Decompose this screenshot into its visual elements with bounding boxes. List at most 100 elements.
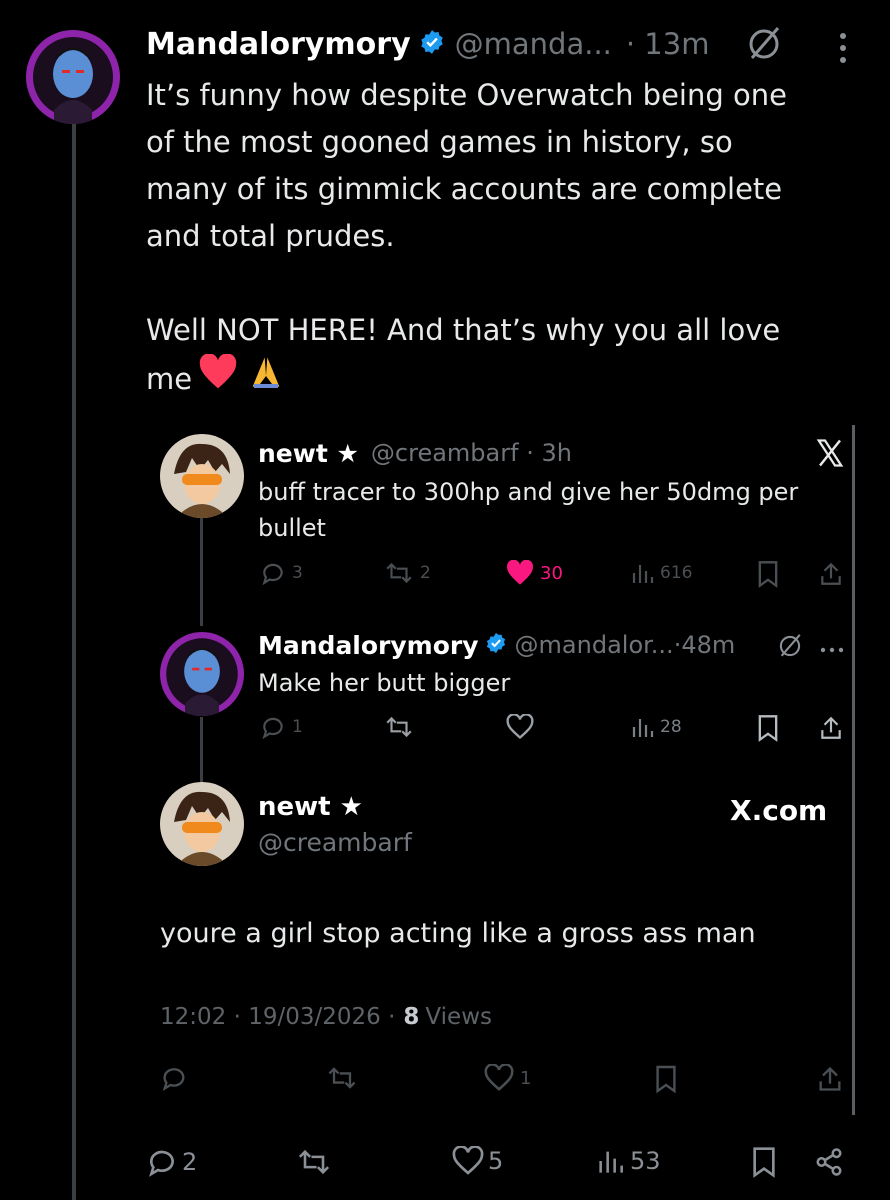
bookmark-icon: [758, 715, 778, 742]
display-name[interactable]: Mandalorymory: [146, 27, 411, 62]
bookmark-button[interactable]: [654, 1064, 678, 1094]
reply-count: 1: [292, 717, 303, 737]
views-button[interactable]: 28: [630, 714, 682, 740]
post-timestamp[interactable]: 12:02 · 19/03/2026 ·: [160, 1004, 395, 1030]
reply-post-header: Mandalorymory @mandalor...·48m: [258, 628, 735, 662]
avatar-mandalorymory[interactable]: [160, 632, 244, 716]
scrollbar[interactable]: [852, 425, 855, 1115]
repost-button[interactable]: [326, 1064, 358, 1092]
display-name[interactable]: newt ★: [258, 439, 359, 468]
thread-line-quote: [200, 508, 203, 626]
body-line: of the most gooned games in history, so: [146, 125, 733, 159]
grok-icon[interactable]: [776, 632, 804, 664]
reply-button[interactable]: 1: [260, 714, 303, 740]
views-count: 616: [660, 563, 693, 583]
focus-post-meta: 12:02 · 19/03/2026 · 8 Views: [160, 1004, 492, 1030]
reply-count: 2: [182, 1148, 198, 1176]
repost-icon: [298, 1149, 330, 1175]
avatar-art: [160, 434, 244, 518]
reply-button[interactable]: 2: [146, 1146, 197, 1178]
thread-line-main: [72, 120, 76, 1200]
handle[interactable]: @creambarf: [258, 828, 412, 857]
like-button[interactable]: [506, 714, 534, 740]
bookmark-icon: [656, 1065, 676, 1094]
repost-button[interactable]: [296, 1146, 332, 1178]
share-button[interactable]: [814, 1146, 844, 1178]
avatar-art: [166, 638, 238, 716]
reply-button[interactable]: [160, 1064, 188, 1092]
reply-icon: [262, 717, 283, 740]
verified-badge-icon: [419, 29, 445, 59]
display-name[interactable]: newt ★: [258, 792, 363, 822]
share-button[interactable]: [816, 1064, 844, 1094]
reply-count: 3: [292, 563, 303, 583]
main-post-header: Mandalorymory @manda... · 13m: [146, 24, 709, 64]
repost-icon: [386, 562, 412, 584]
repost-count: 2: [420, 563, 431, 583]
share-icon: [816, 1148, 842, 1176]
body-line: It’s funny how despite Overwatch being o…: [146, 78, 787, 112]
share-button[interactable]: [818, 560, 844, 588]
repost-icon: [328, 1067, 356, 1089]
share-button[interactable]: [818, 714, 844, 742]
views-icon: [632, 565, 654, 583]
repost-button[interactable]: [384, 714, 414, 740]
share-icon: [819, 1066, 841, 1091]
body-line: buff tracer to 300hp and give her 50dmg …: [258, 478, 799, 506]
like-button[interactable]: 1: [484, 1064, 531, 1092]
bookmark-icon: [753, 1147, 775, 1178]
like-count: 5: [488, 1147, 504, 1175]
views-count: 28: [660, 717, 682, 737]
reply-post-body: Make her butt bigger: [258, 669, 511, 697]
like-button[interactable]: 30: [506, 560, 563, 586]
share-icon: [821, 716, 841, 739]
views-button[interactable]: 616: [630, 560, 692, 586]
reply-icon: [262, 563, 283, 586]
display-name[interactable]: Mandalorymory: [258, 631, 479, 660]
bookmark-button[interactable]: [750, 1146, 778, 1178]
quote-post-body: buff tracer to 300hp and give her 50dmg …: [258, 474, 798, 546]
views-button[interactable]: 53: [596, 1146, 661, 1176]
reply-icon: [162, 1068, 185, 1092]
timestamp[interactable]: · 13m: [626, 27, 710, 61]
quote-post-header: newt ★ @creambarf · 3h: [258, 436, 572, 470]
bookmark-button[interactable]: [756, 714, 780, 742]
heart-icon: [452, 1146, 484, 1175]
repost-button[interactable]: 2: [384, 560, 431, 586]
main-post-body: It’s funny how despite Overwatch being o…: [146, 72, 787, 404]
repost-icon: [386, 716, 412, 738]
body-line: bullet: [258, 514, 326, 542]
share-icon: [821, 562, 841, 585]
focus-post-body: youre a girl stop acting like a gross as…: [160, 918, 756, 949]
x-com-brand: X.com: [730, 794, 828, 827]
body-line: Well NOT HERE! And that’s why you all lo…: [146, 313, 781, 347]
handle[interactable]: @manda...: [455, 27, 612, 61]
views-label: Views: [425, 1004, 492, 1030]
like-count: 1: [520, 1067, 532, 1089]
avatar-art: [160, 782, 244, 866]
bookmark-icon: [758, 561, 778, 588]
bookmark-button[interactable]: [756, 560, 780, 588]
grok-icon[interactable]: [744, 24, 784, 68]
heart-icon: [484, 1064, 514, 1091]
avatar-newt[interactable]: [160, 434, 244, 518]
pray-emoji-icon: [250, 354, 282, 404]
x-logo-icon[interactable]: [814, 438, 846, 472]
reply-button[interactable]: 3: [260, 560, 303, 586]
like-button[interactable]: 5: [452, 1146, 503, 1176]
handle-time[interactable]: @creambarf · 3h: [371, 439, 572, 467]
handle-time[interactable]: @mandalor...·48m: [515, 631, 736, 659]
more-icon[interactable]: [818, 640, 846, 659]
avatar-newt[interactable]: [160, 782, 244, 866]
more-icon[interactable]: [836, 28, 850, 72]
heart-emoji-icon: [198, 353, 238, 404]
avatar-mandalorymory[interactable]: [26, 30, 120, 124]
heart-icon: [507, 560, 533, 585]
thread-line-reply: [200, 717, 203, 783]
avatar-art: [33, 37, 113, 124]
body-line: me: [146, 361, 193, 396]
heart-icon: [506, 714, 534, 740]
views-number: 8: [403, 1004, 420, 1030]
like-count: 30: [540, 562, 563, 584]
views-count: 53: [630, 1147, 661, 1175]
